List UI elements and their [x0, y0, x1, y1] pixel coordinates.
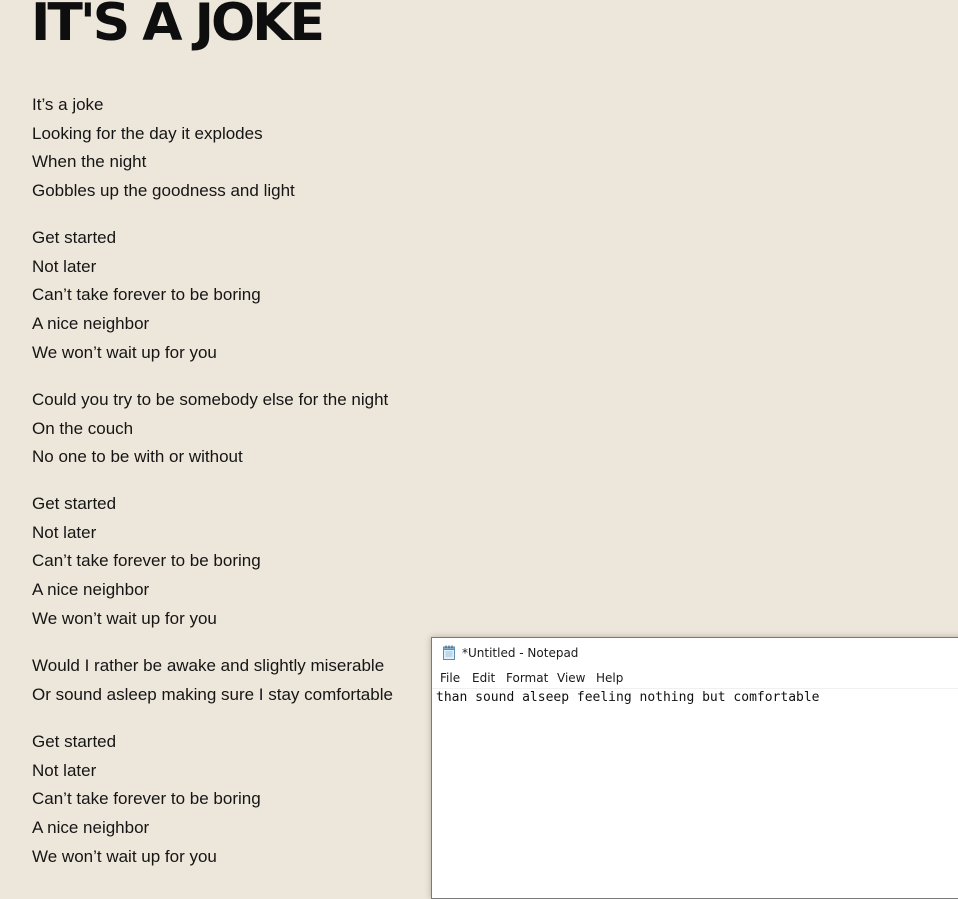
lyric-line: Get started — [32, 732, 117, 751]
lyric-line: A nice neighbor — [32, 818, 150, 838]
lyric-line: Gobbles up the goodness and light — [32, 181, 295, 201]
notepad-menubar: File Edit Format View Help — [432, 668, 958, 689]
song-title: IT'S A JOKE — [31, 0, 325, 53]
lyric-line: Would I rather be awake and slightly mis… — [32, 656, 385, 675]
lyric-line: We won’t wait up for you — [32, 342, 217, 362]
lyric-line: Not later — [32, 760, 97, 780]
lyric-line: When the night — [32, 152, 147, 172]
menu-file[interactable]: File — [440, 668, 460, 688]
notepad-icon — [442, 645, 456, 660]
stanza-5: Would I rather be awake and slightly mis… — [32, 652, 393, 709]
stanza-2: Get started Not later Can’t take forever… — [32, 224, 261, 367]
notepad-title: *Untitled - Notepad — [462, 646, 579, 660]
menu-view[interactable]: View — [557, 668, 585, 688]
lyric-line: We won’t wait up for you — [32, 608, 217, 628]
lyric-line: Or sound asleep making sure I stay comfo… — [32, 684, 393, 704]
notepad-text-area[interactable]: than sound alseep feeling nothing but co… — [436, 689, 958, 898]
lyric-line: Can’t take forever to be boring — [32, 285, 261, 305]
stanza-6: Get started Not later Can’t take forever… — [32, 728, 261, 871]
menu-format[interactable]: Format — [506, 668, 548, 688]
lyric-line: A nice neighbor — [32, 580, 150, 600]
menu-help[interactable]: Help — [596, 668, 623, 688]
lyric-line: Can’t take forever to be boring — [32, 789, 261, 809]
lyric-line: No one to be with or without — [32, 447, 243, 467]
lyric-line: Looking for the day it explodes — [32, 123, 263, 143]
lyric-line: Not later — [32, 522, 97, 542]
lyric-line: Not later — [32, 256, 97, 276]
stanza-1: It’s a joke Looking for the day it explo… — [32, 91, 295, 206]
notepad-window[interactable]: *Untitled - Notepad File Edit Format Vie… — [431, 637, 958, 899]
lyric-line: On the couch — [32, 418, 134, 438]
menu-edit[interactable]: Edit — [472, 668, 495, 688]
notepad-titlebar[interactable]: *Untitled - Notepad — [432, 638, 958, 668]
stanza-3: Could you try to be somebody else for th… — [32, 386, 388, 472]
lyric-line: Could you try to be somebody else for th… — [32, 390, 389, 409]
lyric-line: A nice neighbor — [32, 314, 150, 334]
lyric-line: Get started — [32, 494, 117, 513]
stanza-4: Get started Not later Can’t take forever… — [32, 490, 261, 633]
lyric-line: We won’t wait up for you — [32, 846, 217, 866]
lyric-line: Can’t take forever to be boring — [32, 551, 261, 571]
lyric-line: Get started — [32, 228, 117, 247]
lyric-line: It’s a joke — [32, 95, 104, 114]
